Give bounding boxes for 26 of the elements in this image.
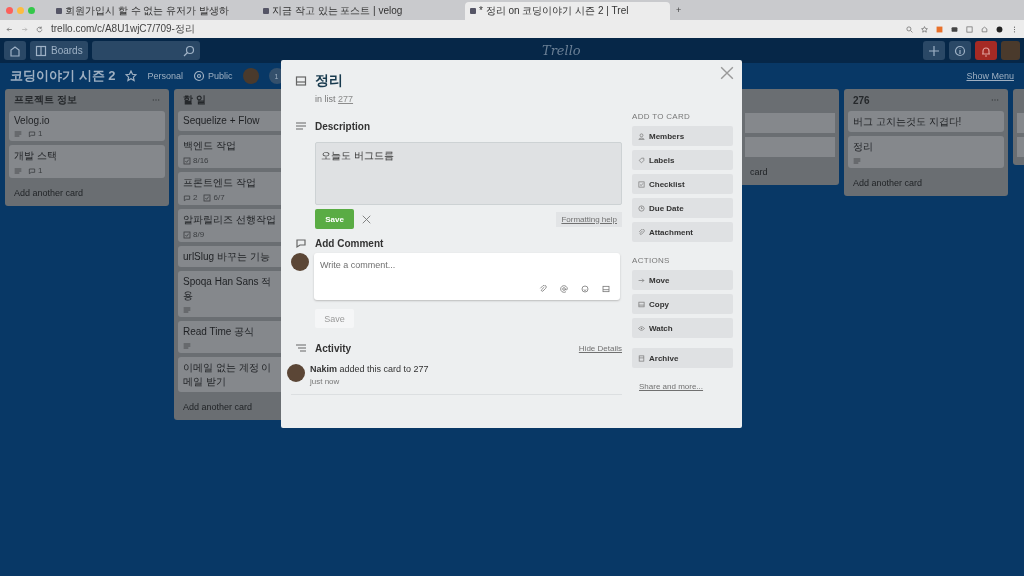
comment-count: 1	[28, 166, 43, 175]
checklist-count: 8/16	[183, 156, 209, 165]
comment-count: 1	[28, 129, 43, 138]
card-title: 알파릴리즈 선행작업	[183, 213, 276, 227]
tab-title: 회원가입시 할 수 없는 유저가 발생하	[65, 4, 230, 18]
card-title: Spoqa Han Sans 적용	[183, 275, 273, 303]
card-title: 개발 스택	[14, 149, 57, 163]
card-title: Read Time 공식	[183, 325, 255, 339]
checklist-count: 8/9	[183, 230, 205, 239]
tab-title: * 정리 on 코딩이야기 시즌 2 | Trel	[479, 4, 630, 18]
card-title: 이메일 없는 계정 이메일 받기	[183, 361, 273, 389]
tab-title: 지금 작고 있는 포스트 | velog	[272, 4, 404, 18]
section-heading: ADD TO CARD	[632, 112, 692, 121]
card-title: Velog.io	[14, 115, 50, 126]
card-title: 버그 고치는것도 지겹다!	[853, 115, 962, 129]
card-title: Sequelize + Flow	[183, 115, 260, 126]
list-info: in list 277	[315, 94, 355, 104]
list-title: 276	[853, 94, 870, 106]
card-title: 정리	[853, 140, 873, 154]
checklist-count: 6/7	[203, 193, 225, 202]
card-title: 프론트엔드 작업	[183, 176, 256, 190]
section-heading: ACTIONS	[632, 256, 671, 265]
list-title: 프로젝트 정보	[14, 93, 77, 107]
card-title: urlSlug 바꾸는 기능	[183, 250, 270, 264]
list-title: 할 일	[183, 93, 206, 107]
card-title: 백엔드 작업	[183, 139, 236, 153]
